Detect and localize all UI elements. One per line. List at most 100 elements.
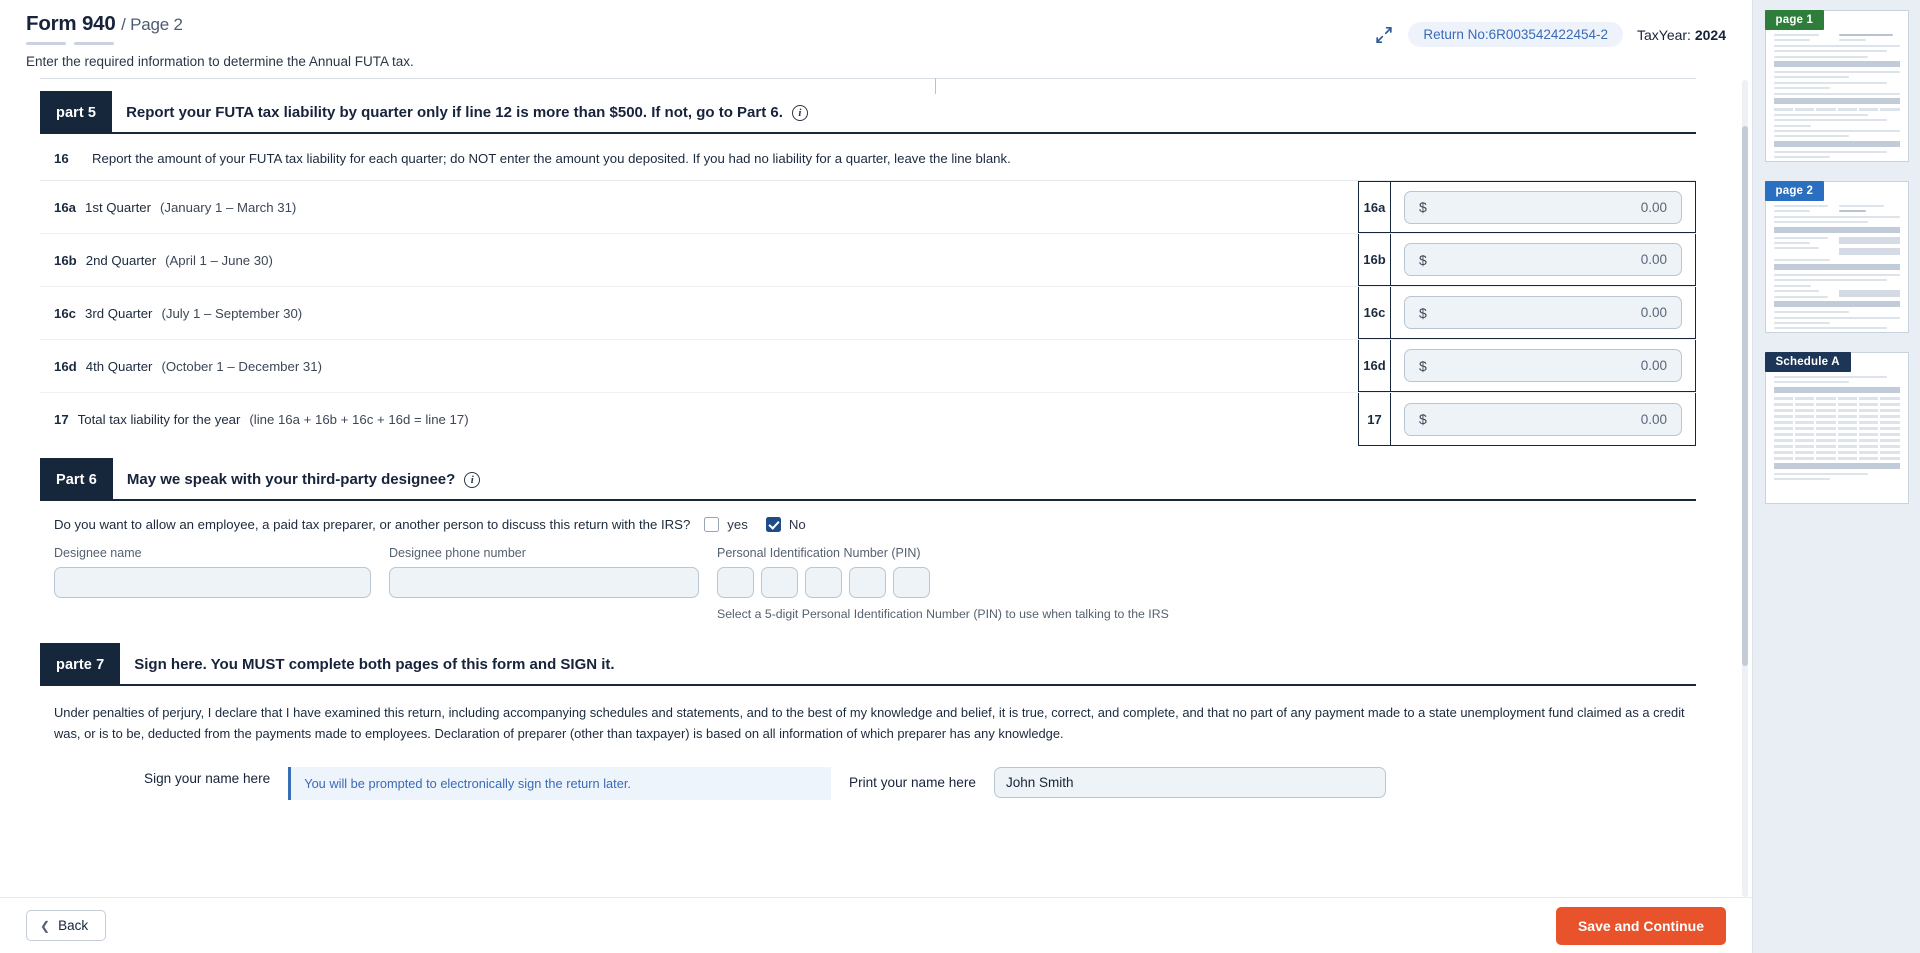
scrollbar-thumb[interactable] xyxy=(1742,126,1748,666)
print-name-group: Print your name here xyxy=(849,766,1386,798)
cell-code-17: 17 xyxy=(1358,393,1391,446)
designee-phone-input[interactable] xyxy=(389,567,699,598)
amount-input-16b[interactable]: $ 0.00 xyxy=(1404,243,1682,276)
thumbnail-schedule-a[interactable]: Schedule A xyxy=(1764,352,1909,504)
currency-symbol: $ xyxy=(1419,199,1427,215)
row-code-16b: 16b xyxy=(54,252,77,268)
amount-input-16d[interactable]: $ 0.00 xyxy=(1404,349,1682,382)
thumbnail-preview-schedule-a xyxy=(1764,352,1909,504)
cell-input-16c: $ 0.00 xyxy=(1391,287,1696,339)
save-and-continue-button[interactable]: Save and Continue xyxy=(1555,906,1726,945)
part6-title: May we speak with your third-party desig… xyxy=(126,471,456,488)
amount-value-16d: 0.00 xyxy=(1640,358,1667,373)
print-name-label: Print your name here xyxy=(849,774,976,790)
amount-value-16b: 0.00 xyxy=(1640,252,1667,267)
row-code-16c: 16c xyxy=(54,305,77,321)
row-dates-16c: (July 1 – September 30) xyxy=(161,305,303,321)
designee-question-row: Do you want to allow an employee, a paid… xyxy=(54,517,1696,532)
perjury-statement: Under penalties of perjury, I declare th… xyxy=(54,705,1685,741)
part7-tag: parte 7 xyxy=(40,643,121,686)
esign-notice: You will be prompted to electronically s… xyxy=(288,766,832,800)
cell-input-16b: $ 0.00 xyxy=(1391,234,1696,286)
pin-hint: Select a 5-digit Personal Identification… xyxy=(717,607,1169,621)
row-code-17: 17 xyxy=(54,412,69,427)
back-button[interactable]: ❮ Back xyxy=(26,910,107,941)
pin-digit-3[interactable] xyxy=(805,567,842,598)
designee-name-input[interactable] xyxy=(54,567,371,598)
title-underline-decoration xyxy=(26,41,414,45)
return-number-badge: Return No:6R003542422454-2 xyxy=(1408,22,1623,47)
row-dates-16a: (January 1 – March 31) xyxy=(159,199,297,215)
part6-title-row: May we speak with your third-party desig… xyxy=(112,458,1696,501)
row-dates-16b: (April 1 – June 30) xyxy=(165,252,273,268)
thumbnail-page-2[interactable]: page 2 xyxy=(1764,181,1909,333)
line-16-intro: 16 Report the amount of your FUTA tax li… xyxy=(40,134,1696,180)
info-circle-icon[interactable]: i xyxy=(791,104,808,121)
designee-no-option[interactable]: No xyxy=(765,517,806,532)
form-title: Form 940 xyxy=(26,12,116,35)
part7-title: Sign here. You MUST complete both pages … xyxy=(134,656,615,673)
designee-yes-option[interactable]: yes xyxy=(704,517,748,532)
table-row: 16b 2nd Quarter (April 1 – June 30) 16b … xyxy=(40,234,1696,287)
designee-name-label: Designee name xyxy=(54,546,142,560)
cell-code-16a: 16a xyxy=(1358,181,1391,233)
main-column: Form 940 / Page 2 Enter the required inf… xyxy=(0,0,1752,953)
amount-input-16a[interactable]: $ 0.00 xyxy=(1404,190,1682,224)
page-indicator: / Page 2 xyxy=(121,15,183,34)
cell-code-16d: 16d xyxy=(1358,340,1391,392)
chevron-left-icon: ❮ xyxy=(40,918,51,933)
form-page-root: Form 940 / Page 2 Enter the required inf… xyxy=(0,0,1920,953)
thumbnail-badge-schedule-a: Schedule A xyxy=(1764,352,1851,372)
section-divider-top xyxy=(40,78,1696,94)
cell-input-17: $ 0.00 xyxy=(1391,393,1696,446)
designee-fields-row: Designee name Designee phone number Pers… xyxy=(54,546,1696,621)
print-name-input[interactable] xyxy=(993,766,1386,798)
cell-input-16a: $ 0.00 xyxy=(1391,181,1696,233)
collapse-arrows-icon[interactable] xyxy=(1374,25,1394,45)
pin-label: Personal Identification Number (PIN) xyxy=(717,546,921,560)
checkbox-yes[interactable] xyxy=(704,517,720,532)
designee-phone-field: Designee phone number xyxy=(389,546,699,598)
form-sheet: part 5 Report your FUTA tax liability by… xyxy=(40,91,1696,800)
amount-input-17[interactable]: $ 0.00 xyxy=(1404,402,1682,436)
tax-year: TaxYear: 2024 xyxy=(1637,27,1726,43)
currency-symbol: $ xyxy=(1419,357,1427,374)
thumbnail-badge-page-1: page 1 xyxy=(1764,10,1825,30)
part5-tag: part 5 xyxy=(40,91,113,134)
row-quarter-16c: 3rd Quarter xyxy=(85,305,153,321)
back-button-label: Back xyxy=(58,918,89,933)
part5-title: Report your FUTA tax liability by quarte… xyxy=(126,104,783,121)
row-label-17: 17 Total tax liability for the year (lin… xyxy=(40,393,1358,446)
row-label-16c: 16c 3rd Quarter (July 1 – September 30) xyxy=(40,287,1358,339)
row-label-16b: 16b 2nd Quarter (April 1 – June 30) xyxy=(40,234,1358,286)
row-dates-16d: (October 1 – December 31) xyxy=(161,358,322,374)
page-title: Form 940 / Page 2 xyxy=(26,12,414,37)
pin-boxes xyxy=(717,567,1169,598)
thumbnail-page-1[interactable]: page 1 xyxy=(1764,10,1909,162)
row-label-16a: 16a 1st Quarter (January 1 – March 31) xyxy=(40,181,1358,233)
part7-header: parte 7 Sign here. You MUST complete bot… xyxy=(40,643,1696,686)
checkbox-no-label: No xyxy=(788,517,806,532)
page-subtitle: Enter the required information to determ… xyxy=(26,53,414,69)
amount-input-16c[interactable]: $ 0.00 xyxy=(1404,296,1682,329)
checkbox-no[interactable] xyxy=(765,517,781,532)
part6-tag: Part 6 xyxy=(40,458,113,501)
thumbnail-preview-page-2 xyxy=(1764,181,1909,333)
sign-name-label: Sign your name here xyxy=(144,770,271,786)
line-16-number: 16 xyxy=(54,151,69,166)
table-row: 16d 4th Quarter (October 1 – December 31… xyxy=(40,340,1696,393)
pin-digit-2[interactable] xyxy=(761,567,798,598)
page-header: Form 940 / Page 2 Enter the required inf… xyxy=(0,0,1752,78)
designee-question: Do you want to allow an employee, a paid… xyxy=(54,517,691,532)
pin-digit-5[interactable] xyxy=(893,567,930,598)
tax-year-label: TaxYear: xyxy=(1636,26,1691,43)
tax-year-value: 2024 xyxy=(1694,26,1726,43)
part6-body: Do you want to allow an employee, a paid… xyxy=(40,501,1696,631)
designee-name-field: Designee name xyxy=(54,546,371,598)
pin-digit-1[interactable] xyxy=(717,567,754,598)
info-circle-icon[interactable]: i xyxy=(464,471,481,488)
pin-digit-4[interactable] xyxy=(849,567,886,598)
thumbnail-preview-page-1 xyxy=(1764,10,1909,162)
table-row: 16c 3rd Quarter (July 1 – September 30) … xyxy=(40,287,1696,340)
footer-bar: ❮ Back Save and Continue xyxy=(0,897,1752,953)
